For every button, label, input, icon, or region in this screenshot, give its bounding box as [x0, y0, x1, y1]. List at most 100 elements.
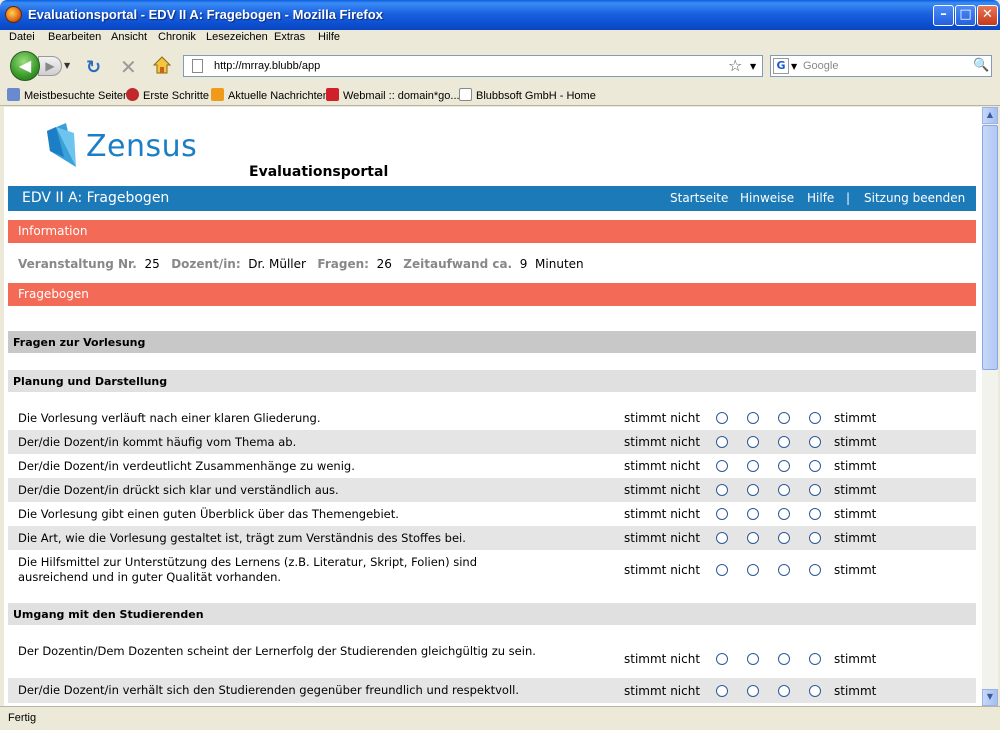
- menu-datei[interactable]: Datei: [9, 31, 35, 43]
- page-content: Zensus Evaluationsportal EDV II A: Frage…: [4, 107, 982, 706]
- rating-radio-3[interactable]: [778, 564, 790, 576]
- subsection-umgang: Umgang mit den Studierenden: [8, 603, 976, 625]
- rating-radio-3[interactable]: [778, 653, 790, 665]
- rating-radio-4[interactable]: [809, 685, 821, 697]
- rating-radio-3[interactable]: [778, 436, 790, 448]
- home-icon[interactable]: [152, 55, 172, 75]
- rating-radio-3[interactable]: [778, 484, 790, 496]
- rating-radio-3[interactable]: [778, 412, 790, 424]
- question-row: Der/die Dozent/in kommt häufig vom Thema…: [8, 430, 976, 454]
- rating-radio-2[interactable]: [747, 484, 759, 496]
- bookmark-star-icon[interactable]: ☆: [728, 56, 742, 75]
- rating-radio-3[interactable]: [778, 508, 790, 520]
- rating-radio-2[interactable]: [747, 653, 759, 665]
- stop-icon[interactable]: ✕: [120, 55, 137, 79]
- firefox-icon: [5, 6, 22, 23]
- scale-label-left: stimmt nicht: [624, 411, 701, 425]
- bookmark-blubbsoft[interactable]: Blubbsoft GmbH - Home: [459, 88, 596, 102]
- rating-radio-4[interactable]: [809, 412, 821, 424]
- rating-radio-2[interactable]: [747, 460, 759, 472]
- rating-radio-4[interactable]: [809, 484, 821, 496]
- forward-button[interactable]: ▶: [38, 56, 62, 76]
- scale-label-right: stimmt: [834, 563, 877, 577]
- navigation-toolbar: ▶ ◀ ▼ ↻ ✕ http://mrray.blubb/app ☆ ▼ G ▼…: [0, 46, 1000, 84]
- rss-icon: [211, 88, 224, 101]
- back-button[interactable]: ◀: [10, 51, 40, 81]
- bookmark-webmail[interactable]: Webmail :: domain*go...: [326, 88, 460, 102]
- question-text: Die Vorlesung verläuft nach einer klaren…: [18, 411, 321, 425]
- menu-hilfe[interactable]: Hilfe: [318, 31, 340, 43]
- bookmark-nachrichten[interactable]: Aktuelle Nachrichten: [211, 88, 329, 102]
- maximize-button[interactable]: □: [955, 5, 976, 26]
- nav-hinweise[interactable]: Hinweise: [740, 191, 794, 205]
- scroll-up-icon[interactable]: ▲: [982, 107, 998, 124]
- nav-startseite[interactable]: Startseite: [670, 191, 728, 205]
- scale-label-left: stimmt nicht: [624, 483, 701, 497]
- zensus-logo-icon: [47, 123, 76, 167]
- rating-radio-1[interactable]: [716, 436, 728, 448]
- rating-radio-1[interactable]: [716, 532, 728, 544]
- course-info: Veranstaltung Nr. 25 Dozent/in: Dr. Müll…: [18, 257, 584, 271]
- url-dropdown-icon[interactable]: ▼: [750, 62, 756, 71]
- address-bar[interactable]: http://mrray.blubb/app ☆ ▼: [183, 55, 763, 77]
- rating-radio-1[interactable]: [716, 508, 728, 520]
- rating-radio-4[interactable]: [809, 564, 821, 576]
- search-bar[interactable]: G ▼ Google 🔍: [770, 55, 992, 77]
- rating-radio-3[interactable]: [778, 532, 790, 544]
- rating-radio-3[interactable]: [778, 460, 790, 472]
- nav-hilfe[interactable]: Hilfe: [807, 191, 834, 205]
- rating-radio-2[interactable]: [747, 564, 759, 576]
- scale-label-left: stimmt nicht: [624, 459, 701, 473]
- reload-icon[interactable]: ↻: [86, 57, 101, 78]
- rating-radio-4[interactable]: [809, 508, 821, 520]
- scale-label-right: stimmt: [834, 483, 877, 497]
- rating-radio-1[interactable]: [716, 484, 728, 496]
- question-text: Die Hilfsmittel zur Unterstützung des Le…: [18, 555, 478, 584]
- scale-label-right: stimmt: [834, 411, 877, 425]
- rating-radio-2[interactable]: [747, 532, 759, 544]
- rating-radio-1[interactable]: [716, 412, 728, 424]
- rating-radio-1[interactable]: [716, 653, 728, 665]
- scale-label-left: stimmt nicht: [624, 531, 701, 545]
- scroll-thumb[interactable]: [982, 125, 998, 370]
- questionnaire-bar: Fragebogen: [8, 283, 976, 306]
- page-icon: [459, 88, 472, 101]
- rating-radio-2[interactable]: [747, 412, 759, 424]
- vertical-scrollbar[interactable]: ▲ ▼: [982, 107, 998, 706]
- search-magnifier-icon[interactable]: 🔍: [973, 58, 989, 73]
- minimize-button[interactable]: –: [933, 5, 954, 26]
- menu-lesezeichen[interactable]: Lesezeichen: [206, 31, 268, 43]
- logo-text: Zensus: [86, 129, 198, 164]
- rating-radio-1[interactable]: [716, 564, 728, 576]
- search-input[interactable]: Google: [803, 60, 838, 72]
- menu-chronik[interactable]: Chronik: [158, 31, 196, 43]
- url-text[interactable]: http://mrray.blubb/app: [214, 60, 320, 72]
- menu-ansicht[interactable]: Ansicht: [111, 31, 147, 43]
- nav-logout[interactable]: Sitzung beenden: [864, 191, 965, 205]
- rating-radio-3[interactable]: [778, 685, 790, 697]
- question-text: Der/die Dozent/in verdeutlicht Zusammenh…: [18, 459, 355, 473]
- bookmark-meistbesuchte[interactable]: Meistbesuchte Seiten: [7, 88, 129, 102]
- rating-radio-2[interactable]: [747, 508, 759, 520]
- rating-radio-1[interactable]: [716, 460, 728, 472]
- bookmark-erste-schritte[interactable]: Erste Schritte: [126, 88, 209, 102]
- rating-radio-4[interactable]: [809, 436, 821, 448]
- rating-radio-1[interactable]: [716, 685, 728, 697]
- question-row: Die Hilfsmittel zur Unterstützung des Le…: [8, 550, 976, 589]
- google-engine-icon[interactable]: G: [773, 58, 789, 74]
- rating-radio-4[interactable]: [809, 653, 821, 665]
- close-button[interactable]: ✕: [977, 5, 998, 26]
- rating-radio-2[interactable]: [747, 685, 759, 697]
- rating-radio-4[interactable]: [809, 532, 821, 544]
- rating-radio-2[interactable]: [747, 436, 759, 448]
- firefox-bookmark-icon: [126, 88, 139, 101]
- engine-dropdown-icon[interactable]: ▼: [791, 62, 797, 71]
- scroll-down-icon[interactable]: ▼: [982, 689, 998, 706]
- scale-label-left: stimmt nicht: [624, 435, 701, 449]
- question-row: Der/die Dozent/in verhält sich den Studi…: [8, 678, 976, 703]
- rating-radio-4[interactable]: [809, 460, 821, 472]
- menu-extras[interactable]: Extras: [274, 31, 305, 43]
- question-text: Die Art, wie die Vorlesung gestaltet ist…: [18, 531, 466, 545]
- history-dropdown-icon[interactable]: ▼: [64, 61, 70, 70]
- menu-bearbeiten[interactable]: Bearbeiten: [48, 31, 101, 43]
